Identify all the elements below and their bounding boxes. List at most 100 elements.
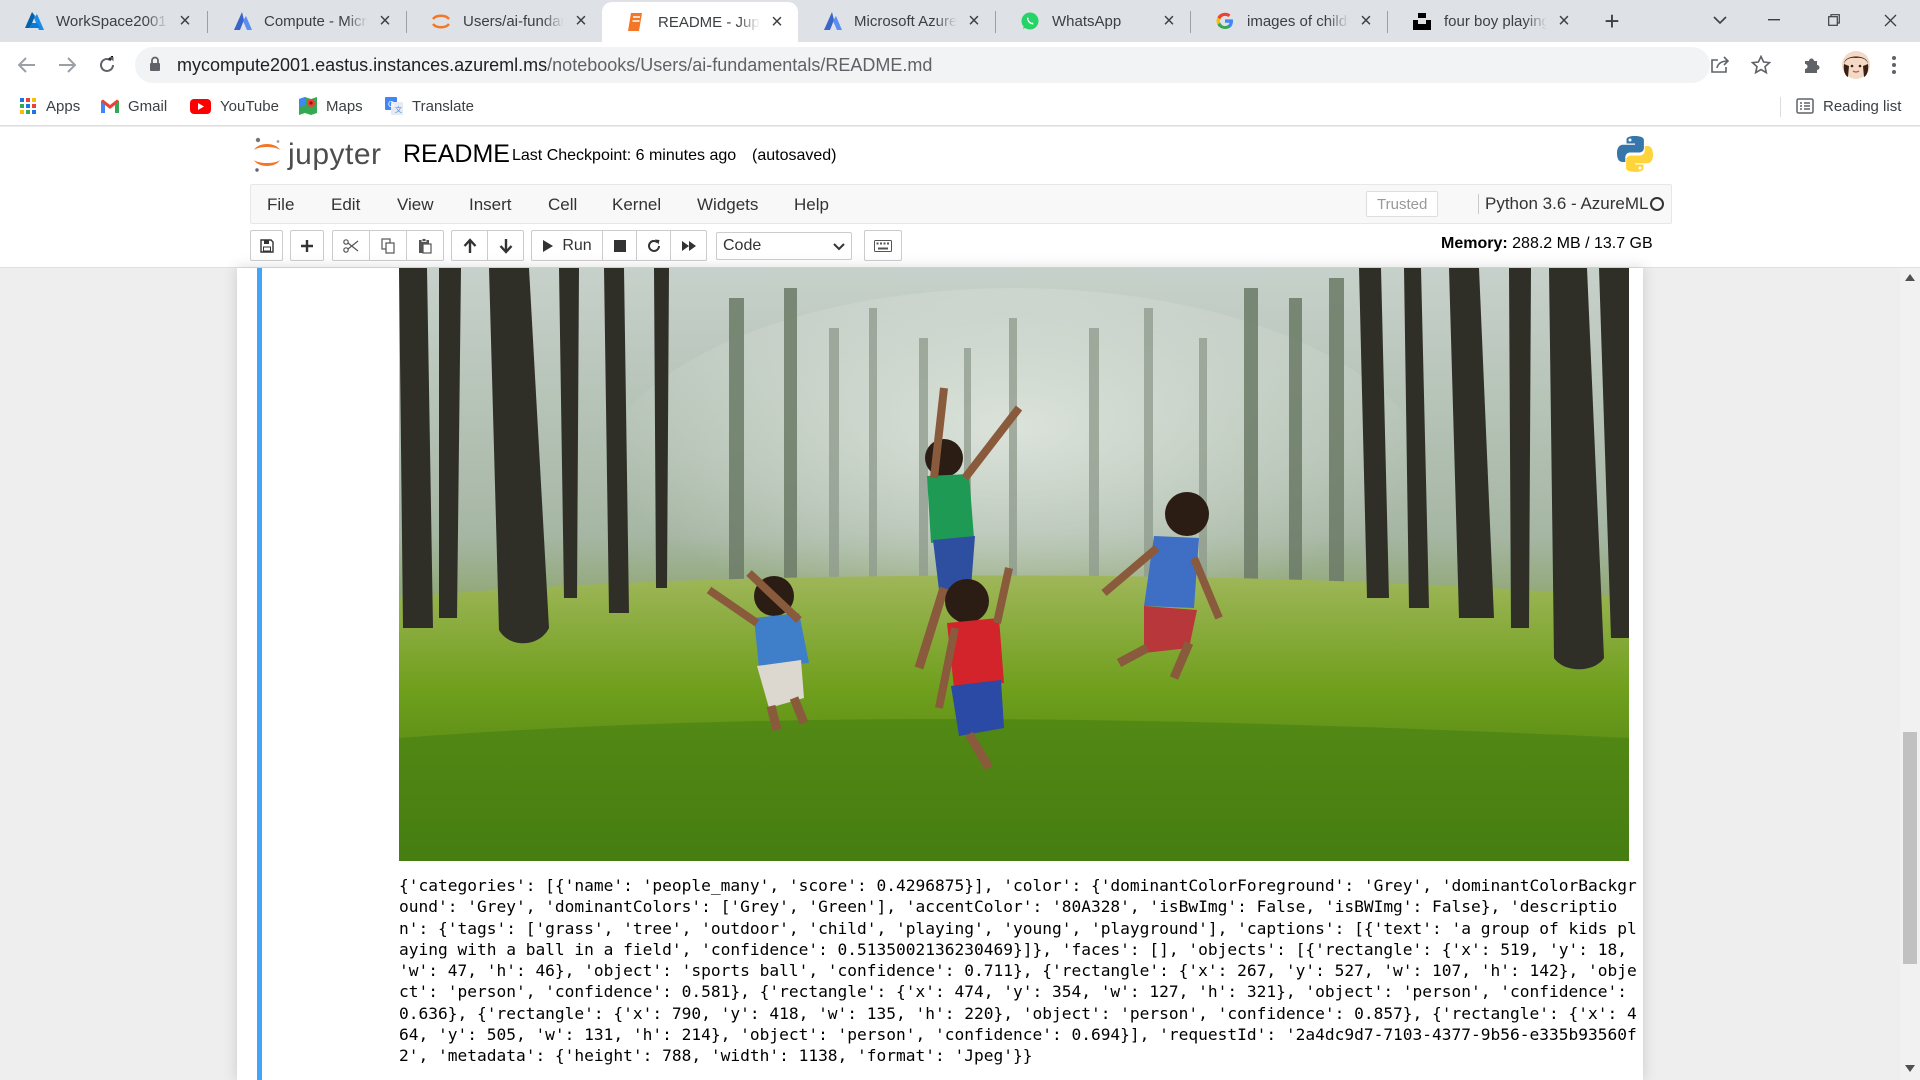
move-down-button[interactable]	[487, 230, 524, 261]
close-icon[interactable]: ×	[1158, 10, 1180, 32]
scroll-down-arrow-icon[interactable]	[1905, 1065, 1915, 1072]
python-logo-icon	[1616, 135, 1654, 178]
tab-title: Microsoft Azure Machine Learning	[854, 12, 957, 30]
menu-cell[interactable]: Cell	[548, 195, 577, 215]
save-button[interactable]	[250, 230, 283, 261]
menu-insert[interactable]: Insert	[469, 195, 512, 215]
fast-forward-icon	[681, 240, 696, 251]
address-bar[interactable]: mycompute2001.eastus.instances.azureml.m…	[135, 47, 1771, 83]
bookmark-star-icon[interactable]	[1747, 51, 1775, 79]
reading-list-button[interactable]: Reading list	[1796, 97, 1901, 115]
scroll-up-arrow-icon[interactable]	[1905, 274, 1915, 281]
restart-kernel-button[interactable]	[636, 230, 671, 261]
jupyter-icon	[431, 11, 451, 31]
tab-title: four boy playing in the field	[1444, 12, 1547, 30]
tab-title: WorkSpace2001 - Microsoft Azure	[56, 12, 168, 30]
new-tab-button[interactable]: +	[1597, 6, 1627, 36]
tab-title: Users/ai-fundamentals/	[463, 12, 564, 30]
restore-button[interactable]	[1806, 0, 1862, 40]
cut-button[interactable]	[332, 230, 370, 261]
bookmark-apps[interactable]: Apps	[19, 97, 80, 115]
tab-compute[interactable]: Compute - Microsoft Azure Machine Learni…	[208, 0, 406, 42]
paste-button[interactable]	[406, 230, 444, 261]
maps-icon	[299, 97, 317, 115]
output-line: aying with a ball in a field', 'confiden…	[399, 939, 1627, 959]
insert-cell-button[interactable]	[290, 230, 324, 261]
output-image	[399, 268, 1629, 861]
close-icon[interactable]: ×	[174, 10, 196, 32]
browser-toolbar: mycompute2001.eastus.instances.azureml.m…	[0, 42, 1920, 88]
children-playing-photo	[399, 268, 1629, 861]
azureml-icon	[232, 11, 252, 31]
notebook-title[interactable]: README	[403, 140, 510, 169]
copy-button[interactable]	[369, 230, 407, 261]
back-button[interactable]	[12, 50, 42, 80]
extensions-puzzle-icon[interactable]	[1798, 51, 1826, 79]
menu-edit[interactable]: Edit	[331, 195, 360, 215]
tab-search-button[interactable]	[1692, 0, 1748, 40]
tab-users-folder[interactable]: Users/ai-fundamentals/ ×	[407, 0, 602, 42]
bookmark-gmail[interactable]: Gmail	[101, 97, 167, 115]
close-icon[interactable]: ×	[570, 10, 592, 32]
tab-workspace[interactable]: WorkSpace2001 - Microsoft Azure ×	[0, 0, 206, 42]
youtube-icon	[189, 97, 211, 115]
bookmark-label: YouTube	[220, 97, 279, 115]
selected-cell-indicator	[257, 268, 262, 1080]
tab-whatsapp[interactable]: WhatsApp ×	[996, 0, 1190, 42]
bookmark-youtube[interactable]: YouTube	[189, 97, 279, 115]
close-window-button[interactable]	[1862, 0, 1918, 40]
tab-readme-active[interactable]: README - Jupyter Notebook ×	[602, 2, 798, 42]
share-icon[interactable]	[1706, 51, 1734, 79]
restart-icon	[647, 239, 660, 252]
cell-type-select[interactable]: Code	[716, 232, 852, 260]
tab-title: Compute - Microsoft Azure Machine Learni…	[264, 12, 368, 30]
kernel-name[interactable]: Python 3.6 - AzureML	[1478, 194, 1648, 214]
lock-icon[interactable]	[149, 56, 161, 77]
menu-view[interactable]: View	[397, 195, 434, 215]
stop-icon	[613, 239, 626, 252]
azureml-icon	[822, 11, 842, 31]
output-line: 'w': 47, 'h': 46}, 'object': 'sports bal…	[399, 961, 1637, 981]
browser-tab-strip: WorkSpace2001 - Microsoft Azure × Comput…	[0, 0, 1920, 42]
bookmark-label: Gmail	[128, 97, 168, 115]
bookmark-translate[interactable]: G文 Translate	[385, 97, 474, 115]
profile-avatar[interactable]	[1840, 49, 1872, 81]
jupyter-header: jupyter README Last Checkpoint: 6 minute…	[0, 127, 1920, 184]
restart-run-all-button[interactable]	[670, 230, 707, 261]
copy-icon	[381, 237, 395, 254]
close-icon[interactable]: ×	[1553, 10, 1575, 32]
url-path: /notebooks/Users/ai-fundamentals/README.…	[547, 55, 933, 75]
kernel-idle-indicator	[1650, 197, 1664, 211]
reading-list-label: Reading list	[1823, 97, 1902, 115]
minimize-button[interactable]	[1746, 0, 1802, 40]
reload-button[interactable]	[92, 50, 122, 80]
close-icon[interactable]: ×	[1355, 10, 1377, 32]
scrollbar-thumb[interactable]	[1903, 732, 1917, 964]
command-palette-button[interactable]	[864, 230, 902, 261]
menu-file[interactable]: File	[267, 195, 294, 215]
page-scrollbar[interactable]	[1900, 268, 1920, 1080]
tab-unsplash[interactable]: four boy playing in the field ×	[1388, 0, 1585, 42]
close-icon[interactable]: ×	[374, 10, 396, 32]
output-line: ct': 'person', 'confidence': 0.581}, {'r…	[399, 982, 1627, 1002]
trusted-indicator[interactable]: Trusted	[1366, 191, 1439, 217]
move-up-button[interactable]	[451, 230, 488, 261]
tab-azure-ml[interactable]: Microsoft Azure Machine Learning ×	[798, 0, 995, 42]
interrupt-kernel-button[interactable]	[602, 230, 637, 261]
menu-kernel[interactable]: Kernel	[612, 195, 661, 215]
bookmark-label: Translate	[412, 97, 474, 115]
menu-widgets[interactable]: Widgets	[697, 195, 758, 215]
menu-help[interactable]: Help	[794, 195, 829, 215]
gmail-icon	[101, 97, 119, 115]
more-menu-icon[interactable]	[1880, 51, 1908, 79]
paste-icon	[419, 237, 432, 254]
close-icon[interactable]: ×	[963, 10, 985, 32]
tab-google-images[interactable]: images of children playing ×	[1191, 0, 1387, 42]
output-line: 0.636}, {'rectangle': {'x': 790, 'y': 41…	[399, 1003, 1637, 1023]
bookmark-maps[interactable]: Maps	[299, 97, 363, 115]
output-line: {'categories': [{'name': 'people_many', …	[399, 876, 1637, 895]
close-icon[interactable]: ×	[766, 11, 788, 33]
jupyter-logo[interactable]: jupyter	[252, 137, 382, 173]
forward-button[interactable]	[52, 50, 82, 80]
run-button[interactable]: Run	[531, 230, 603, 261]
